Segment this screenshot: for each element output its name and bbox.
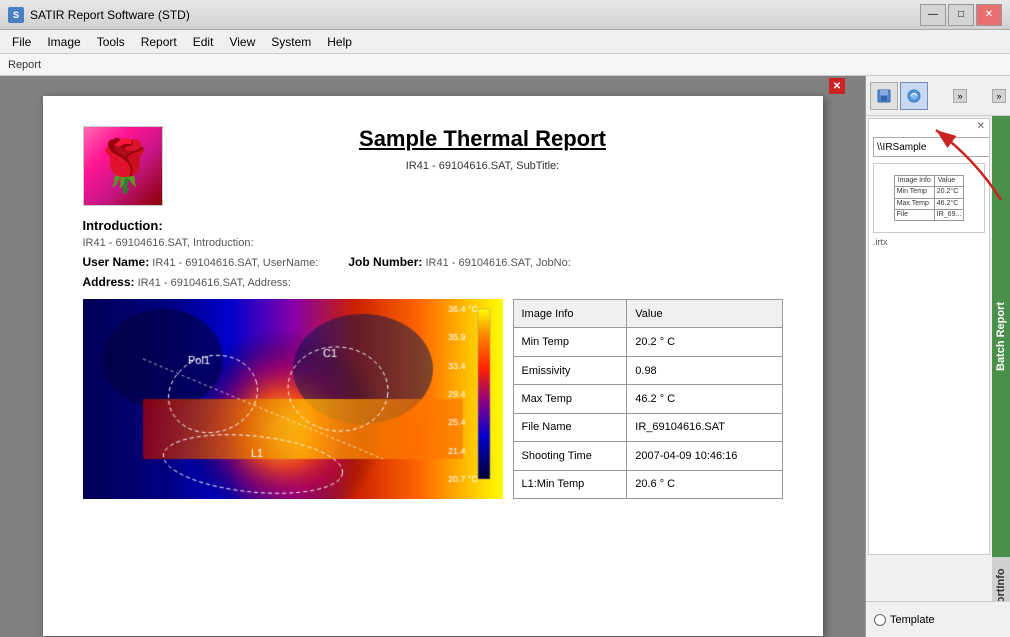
table-cell: Min Temp [513,328,627,356]
table-row: L1:Min Temp 20.6 ° C [513,470,782,498]
report-title: Sample Thermal Report [183,126,783,152]
window-controls: — □ ✕ [920,4,1002,26]
table-cell: 46.2 ° C [627,385,782,413]
rose-image [83,126,163,206]
table-cell: 0.98 [627,356,782,384]
template-radio[interactable] [874,614,886,626]
menu-bar: File Image Tools Report Edit View System… [0,30,1010,54]
right-panel: » » ✕ ... [865,76,1010,637]
username-field: User Name: IR41 - 69104616.SAT, UserName… [83,255,319,269]
report-header: Sample Thermal Report IR41 - 69104616.SA… [83,126,783,206]
report-title-area: Sample Thermal Report IR41 - 69104616.SA… [183,126,783,172]
title-bar-text: SATIR Report Software (STD) [30,8,920,22]
table-header-info: Image Info [513,300,627,328]
table-cell: L1:Min Temp [513,470,627,498]
toolbar-expand-right[interactable]: » [992,89,1006,103]
thermal-canvas [83,299,503,499]
path-input[interactable] [873,137,990,157]
table-row: Max Temp 46.2 ° C [513,385,782,413]
table-cell: Shooting Time [513,442,627,470]
image-table-section: Image Info Value Min Temp 20.2 ° C Emiss… [83,299,783,499]
table-cell: 20.2 ° C [627,328,782,356]
document-area: ✕ Sample Thermal Report IR41 - 69104616.… [0,76,865,637]
jobnumber-field: Job Number: IR41 - 69104616.SAT, JobNo: [348,255,570,269]
table-cell: Max Temp [513,385,627,413]
menu-system[interactable]: System [263,33,319,51]
username-value: IR41 - 69104616.SAT, UserName: [152,257,318,269]
address-bar: Report [0,54,1010,76]
address-row: Address: IR41 - 69104616.SAT, Address: [83,275,783,289]
thumb-table: Image InfoValue Min Temp20.2°C Max Temp4… [894,175,965,222]
table-header-value: Value [627,300,782,328]
bottom-bar: Template [866,601,1010,637]
table-row: File Name IR_69104616.SAT [513,413,782,441]
app-icon: S [8,7,24,23]
menu-report[interactable]: Report [133,33,185,51]
table-cell: IR_69104616.SAT [627,413,782,441]
close-button[interactable]: ✕ [976,4,1002,26]
user-job-row: User Name: IR41 - 69104616.SAT, UserName… [83,255,783,269]
menu-file[interactable]: File [4,33,39,51]
report-paper: Sample Thermal Report IR41 - 69104616.SA… [43,96,823,636]
minimize-button[interactable]: — [920,4,946,26]
table-row: Min Temp 20.2 ° C [513,328,782,356]
batch-close-button[interactable]: ✕ [977,121,985,132]
toolbar-save-icon[interactable] [870,82,898,110]
address-value: IR41 - 69104616.SAT, Address: [138,277,291,289]
table-cell: 20.6 ° C [627,470,782,498]
menu-image[interactable]: Image [39,33,88,51]
address-field: Address: IR41 - 69104616.SAT, Address: [83,275,291,289]
file-ext-row: .irtx [873,237,985,247]
doc-close-button[interactable]: ✕ [829,78,845,94]
image-data-table: Image Info Value Min Temp 20.2 ° C Emiss… [513,299,783,499]
jobnumber-label: Job Number: [348,255,422,269]
title-bar: S SATIR Report Software (STD) — □ ✕ [0,0,1010,30]
batch-report-tab[interactable]: Batch Report [992,116,1010,557]
report-subtitle: IR41 - 69104616.SAT, SubTitle: [183,160,783,172]
toolbar-export-icon[interactable] [900,82,928,110]
table-row: Shooting Time 2007-04-09 10:46:16 [513,442,782,470]
introduction-text: IR41 - 69104616.SAT, Introduction: [83,237,783,249]
username-label: User Name: [83,255,150,269]
menu-view[interactable]: View [221,33,263,51]
menu-edit[interactable]: Edit [185,33,222,51]
table-cell: File Name [513,413,627,441]
main-layout: ✕ Sample Thermal Report IR41 - 69104616.… [0,76,1010,637]
thumbnail-preview: Image InfoValue Min Temp20.2°C Max Temp4… [873,163,985,233]
jobnumber-value: IR41 - 69104616.SAT, JobNo: [425,257,570,269]
right-toolbar: » » [866,76,1010,116]
toolbar-expand-button[interactable]: » [953,89,967,103]
menu-tools[interactable]: Tools [89,33,133,51]
path-row: ... [873,137,985,157]
thermal-image-container [83,299,503,499]
template-radio-item[interactable]: Template [874,614,935,626]
template-label: Template [890,614,935,626]
table-row: Emissivity 0.98 [513,356,782,384]
address-label: Address: [83,275,135,289]
maximize-button[interactable]: □ [948,4,974,26]
address-text: Report [8,59,41,71]
menu-help[interactable]: Help [319,33,360,51]
table-cell: 2007-04-09 10:46:16 [627,442,782,470]
table-cell: Emissivity [513,356,627,384]
introduction-heading: Introduction: [83,218,783,233]
